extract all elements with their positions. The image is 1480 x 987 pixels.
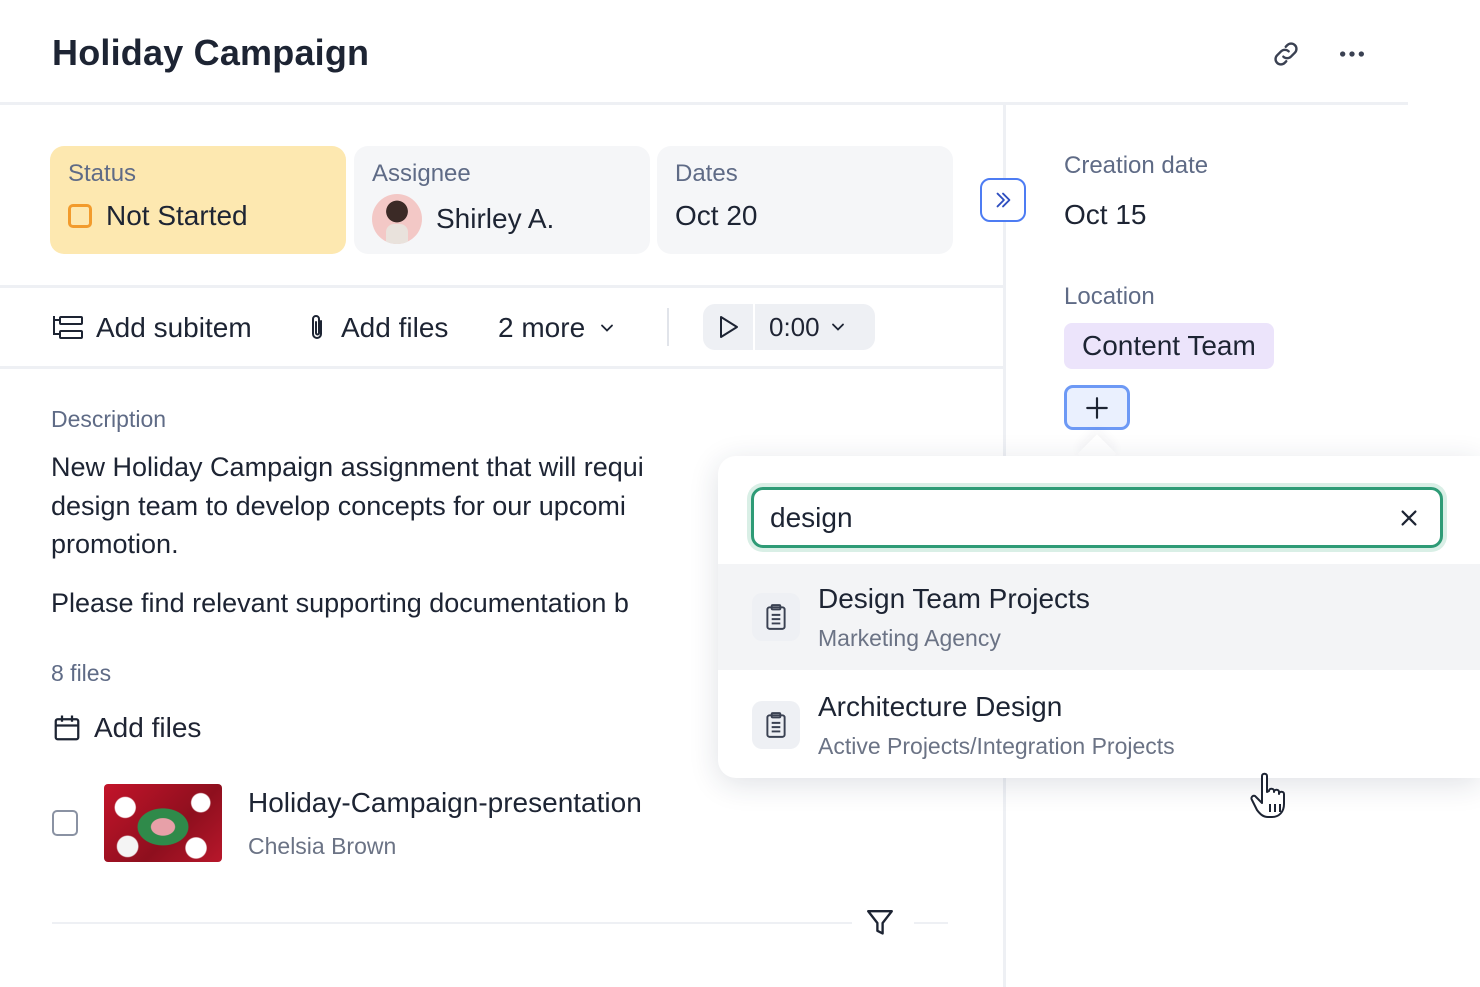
toolbar-separator	[667, 308, 669, 346]
creation-date-label: Creation date	[1064, 152, 1209, 179]
more-label: 2 more	[498, 312, 586, 343]
search-field[interactable]	[751, 487, 1443, 548]
play-icon	[720, 316, 738, 338]
chevron-down-icon	[601, 324, 614, 332]
play-button[interactable]	[703, 304, 755, 350]
dates-label: Dates	[675, 160, 738, 187]
chevrons-right-icon	[996, 192, 1011, 208]
file-name[interactable]: Holiday-Campaign-presentation	[248, 787, 642, 819]
files-divider	[914, 922, 948, 924]
plus-icon	[1086, 396, 1108, 419]
status-value: Not Started	[106, 200, 248, 231]
add-files-label: Add files	[94, 712, 202, 743]
file-author: Chelsia Brown	[248, 832, 397, 859]
avatar	[372, 194, 422, 244]
status-square-icon	[68, 204, 92, 228]
calendar-icon	[54, 715, 80, 741]
timer-dropdown[interactable]: 0:00	[755, 312, 875, 343]
status-card[interactable]: Status Not Started	[50, 146, 346, 254]
time-tracker: 0:00	[703, 304, 875, 350]
file-thumbnail[interactable]	[104, 784, 222, 862]
assignee-name: Shirley A.	[436, 203, 555, 234]
paperclip-icon	[312, 315, 322, 339]
description-label: Description	[51, 406, 167, 432]
toolbar-divider	[0, 366, 1003, 369]
chevron-down-icon	[831, 323, 844, 331]
dates-card[interactable]: Dates Oct 20	[657, 146, 953, 254]
option-title: Architecture Design	[818, 690, 1063, 722]
close-icon	[1401, 509, 1417, 526]
filter-icon[interactable]	[864, 906, 896, 940]
add-location-button[interactable]	[1064, 385, 1130, 430]
cards-divider	[0, 285, 1003, 288]
assignee-card[interactable]: Assignee Shirley A.	[354, 146, 650, 254]
more-dropdown[interactable]: 2 more	[498, 306, 617, 350]
option-subtitle: Marketing Agency	[818, 624, 1001, 651]
hand-cursor-icon	[1248, 770, 1300, 820]
add-files-label: Add files	[341, 312, 449, 343]
creation-date-value: Oct 15	[1064, 199, 1147, 230]
add-subitem-label: Add subitem	[96, 312, 252, 343]
search-option[interactable]: Design Team Projects Marketing Agency	[718, 564, 1480, 670]
clear-search-button[interactable]	[1394, 503, 1424, 533]
location-chip[interactable]: Content Team	[1064, 323, 1274, 369]
file-row: Holiday-Campaign-presentation Chelsia Br…	[52, 782, 642, 864]
clipboard-icon	[752, 701, 800, 749]
add-files-button[interactable]: Add files	[305, 306, 448, 350]
file-checkbox[interactable]	[52, 810, 78, 836]
option-subtitle: Active Projects/Integration Projects	[818, 732, 1175, 759]
timer-value: 0:00	[769, 311, 820, 342]
header-divider	[0, 102, 1408, 105]
expand-panel-button[interactable]	[980, 178, 1026, 222]
description-line: Please find relevant supporting document…	[51, 588, 629, 618]
clipboard-icon	[752, 593, 800, 641]
search-input[interactable]	[770, 501, 1394, 534]
subitem-icon	[53, 316, 83, 339]
status-label: Status	[68, 160, 137, 187]
option-title: Design Team Projects	[818, 582, 1090, 614]
add-subitem-button[interactable]: Add subitem	[52, 306, 252, 350]
location-label: Location	[1064, 283, 1155, 310]
dates-value: Oct 20	[675, 200, 758, 231]
files-count: 8 files	[51, 660, 112, 686]
search-option[interactable]: Architecture Design Active Projects/Inte…	[718, 672, 1480, 778]
page-title: Holiday Campaign	[52, 32, 370, 73]
link-icon[interactable]	[1268, 36, 1304, 72]
assignee-label: Assignee	[372, 160, 471, 187]
add-files-link[interactable]: Add files	[52, 712, 201, 744]
more-horizontal-icon[interactable]	[1334, 36, 1370, 72]
files-divider	[52, 922, 852, 924]
location-search-popup: Design Team Projects Marketing Agency Ar…	[718, 456, 1480, 778]
